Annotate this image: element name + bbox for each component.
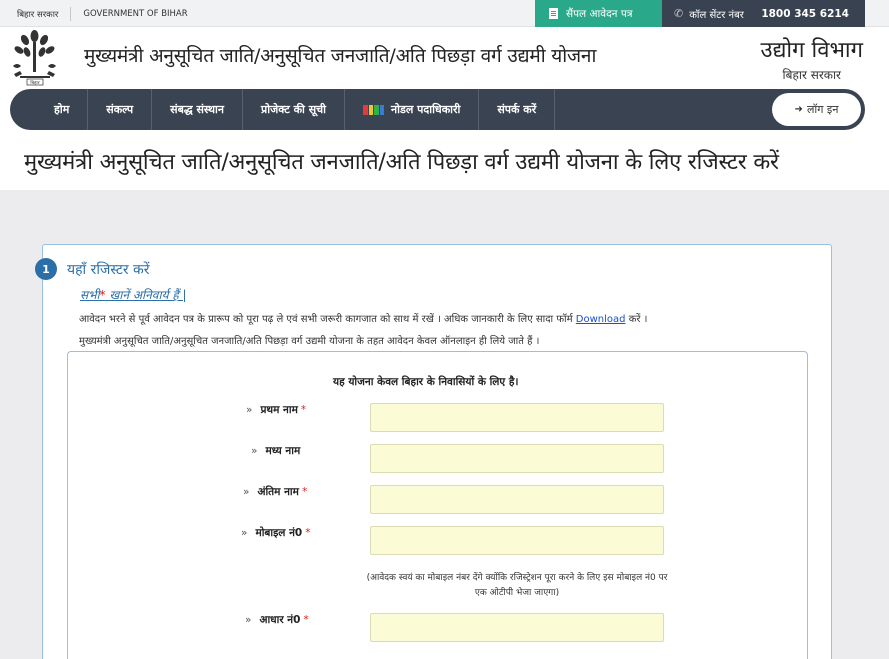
divider [70, 7, 72, 21]
login-label: लॉग इन [806, 103, 839, 116]
middle-name-input[interactable] [370, 444, 664, 473]
nav-item-contact[interactable]: संपर्क करें [479, 89, 556, 130]
mandatory-pre: सभी [80, 288, 100, 302]
chevron-right-icon: » [251, 445, 258, 457]
nav-item-project-list[interactable]: प्रोजेक्ट की सूची [243, 89, 346, 130]
mobile-label: » मोबाइल नं0 * [241, 526, 310, 540]
nav-label: होम [54, 103, 70, 116]
mandatory-post: खानें अनिवार्य हैं [105, 288, 183, 302]
department-subtitle: बिहार सरकार [782, 68, 841, 82]
required-star: * [301, 486, 308, 498]
chevron-right-icon: » [246, 404, 253, 416]
label-text: प्रथम नाम [260, 404, 298, 416]
chevron-right-icon: » [241, 527, 248, 539]
mobile-input[interactable] [370, 526, 664, 555]
login-icon: ➜ [794, 104, 803, 115]
registration-title: यहाँ रजिस्टर करें [67, 262, 150, 278]
top-strip-left: बिहार सरकार GOVERNMENT OF BIHAR [17, 7, 188, 21]
download-link[interactable]: Download [576, 314, 626, 325]
emblem-caption: बिहार [30, 79, 39, 86]
main-navbar: होम संकल्प संबद्ध संस्थान प्रोजेक्ट की स… [10, 89, 865, 130]
nav-label: संबद्ध संस्थान [170, 103, 224, 116]
aadhaar-input[interactable] [370, 613, 664, 642]
label-text: मोबाइल नं0 [255, 527, 303, 539]
sample-form-label: सैंपल आवेदन पत्र [566, 7, 633, 20]
mobile-hint: (आवेदक स्वयं का मोबाइल नंबर देंगे क्योंक… [366, 573, 668, 598]
phone-icon: ✆ [674, 7, 684, 20]
info-line-1: आवेदन भरने से पूर्व आवेदन पत्र के प्रारू… [79, 311, 647, 325]
residency-notice: यह योजना केवल बिहार के निवासियों के लिए … [333, 376, 519, 388]
aadhaar-label: » आधार नं0 * [245, 613, 309, 627]
label-text: आधार नं0 [259, 614, 301, 626]
nav-item-home[interactable]: होम [38, 89, 89, 130]
info-text-end: करें । [625, 314, 648, 325]
top-strip: बिहार सरकार GOVERNMENT OF BIHAR सैंपल आव… [0, 0, 889, 27]
first-name-label: » प्रथम नाम * [246, 403, 306, 417]
login-button[interactable]: ➜ लॉग इन [772, 93, 861, 126]
sample-form-button[interactable]: सैंपल आवेदन पत्र [535, 0, 662, 27]
nav-items: होम संकल्प संबद्ध संस्थान प्रोजेक्ट की स… [38, 89, 556, 130]
label-text: मध्य नाम [265, 445, 301, 457]
call-center-info: ✆ कॉल सेंटर नंबर 1800 345 6214 [662, 0, 865, 27]
scheme-title: मुख्यमंत्री अनुसूचित जाति/अनुसूचित जनजात… [84, 45, 597, 67]
info-line-2: मुख्यमंत्री अनुसूचित जाति/अनुसूचित जनजात… [79, 336, 540, 347]
required-star: * [305, 527, 311, 539]
chevron-right-icon: » [243, 486, 250, 498]
document-icon [549, 8, 558, 19]
govt-label: GOVERNMENT OF BIHAR [83, 9, 188, 19]
info-text: आवेदन भरने से पूर्व आवेदन पत्र के प्रारू… [79, 314, 576, 325]
department-block: उद्योग विभाग बिहार सरकार [761, 34, 863, 83]
new-badge-icon [363, 104, 385, 115]
page-heading: मुख्यमंत्री अनुसूचित जाति/अनुसूचित जनजात… [24, 150, 779, 175]
mandatory-bar: | [182, 288, 187, 302]
nav-item-nodal-officer[interactable]: नोडल पदाधिकारी [345, 89, 480, 130]
nav-item-sankalp[interactable]: संकल्प [88, 89, 153, 130]
label-text: अंतिम नाम [257, 486, 299, 498]
bihar-emblem-logo[interactable]: बिहार [10, 28, 60, 86]
middle-name-label: » मध्य नाम [251, 444, 300, 458]
last-name-label: » अंतिम नाम * [243, 485, 307, 499]
required-star: * [300, 404, 307, 416]
call-center-label: कॉल सेंटर नंबर [689, 9, 744, 21]
nav-label: संपर्क करें [497, 103, 537, 116]
state-label: बिहार सरकार [17, 9, 59, 20]
nav-item-institutions[interactable]: संबद्ध संस्थान [152, 89, 243, 130]
department-name: उद्योग विभाग [760, 38, 863, 63]
nav-label: नोडल पदाधिकारी [391, 103, 461, 116]
required-star: * [303, 614, 309, 626]
nav-label: संकल्प [106, 103, 134, 116]
call-center-number: 1800 345 6214 [761, 7, 849, 20]
last-name-input[interactable] [370, 485, 664, 514]
first-name-input[interactable] [370, 403, 664, 432]
chevron-right-icon: » [245, 614, 252, 626]
mandatory-note: सभी* खानें अनिवार्य हैं | [80, 286, 187, 303]
nav-label: प्रोजेक्ट की सूची [260, 103, 327, 116]
step-number-badge: 1 [35, 258, 57, 280]
